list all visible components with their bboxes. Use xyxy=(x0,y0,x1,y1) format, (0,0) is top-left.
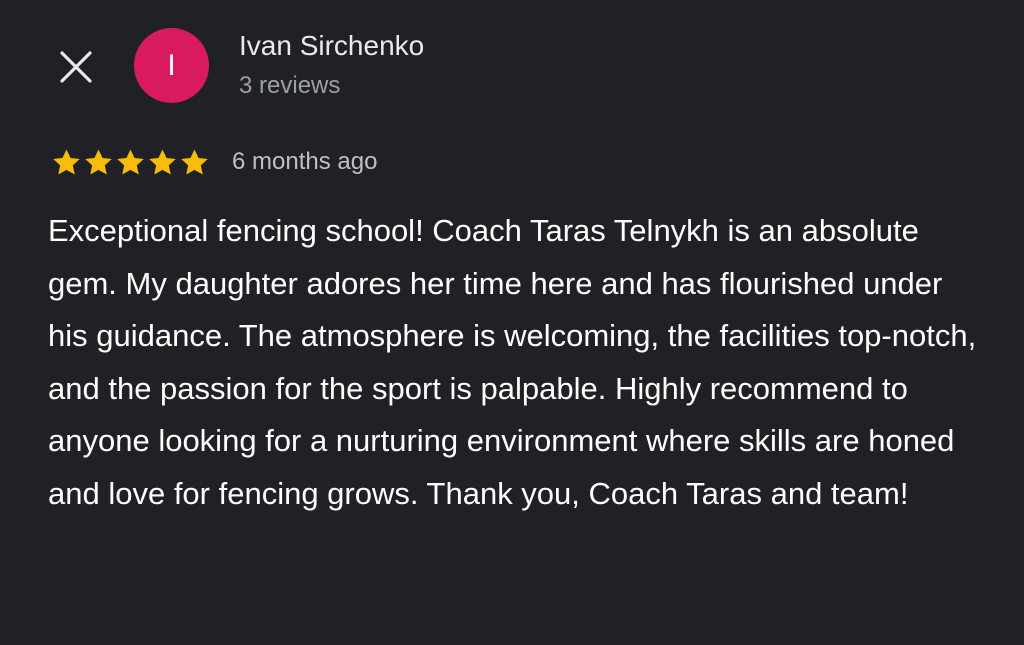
close-button[interactable] xyxy=(56,47,96,87)
avatar-initial: I xyxy=(167,48,176,82)
star-icon xyxy=(115,147,146,177)
star-icon xyxy=(51,147,82,177)
avatar[interactable]: I xyxy=(134,28,209,103)
star-icon xyxy=(179,147,210,177)
review-timestamp: 6 months ago xyxy=(232,148,378,175)
star-icon xyxy=(83,147,114,177)
review-count: 3 reviews xyxy=(239,72,341,99)
close-icon xyxy=(60,51,92,83)
rating-row: 6 months ago xyxy=(51,146,377,178)
star-rating xyxy=(51,147,211,177)
review-text: Exceptional fencing school! Coach Taras … xyxy=(48,213,977,511)
reviewer-name[interactable]: Ivan Sirchenko xyxy=(239,30,424,62)
review-header: I Ivan Sirchenko 3 reviews xyxy=(0,0,1024,130)
star-icon xyxy=(147,147,178,177)
